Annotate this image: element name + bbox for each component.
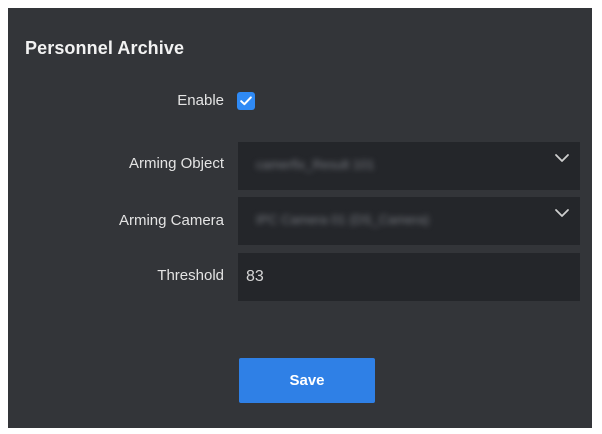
arming-object-value: camerfix_Result 101 [256,157,375,172]
save-button[interactable]: Save [239,358,375,403]
checkmark-icon [240,96,252,106]
enable-label: Enable [177,92,224,109]
panel-title: Personnel Archive [25,38,185,58]
arming-camera-value: IPC Camera 01 (DS_Camera) [256,212,430,227]
threshold-field[interactable] [238,253,580,301]
arming-object-select[interactable]: camerfix_Result 101 [238,142,580,190]
arming-camera-label: Arming Camera [118,212,224,229]
chevron-down-icon[interactable] [554,207,570,219]
personnel-archive-panel: Personnel Archive Enable Arming Object c… [8,8,592,428]
chevron-down-icon[interactable] [554,152,570,164]
arming-object-label: Arming Object [128,155,224,172]
threshold-label: Threshold [157,267,224,284]
threshold-input[interactable] [238,253,580,301]
arming-camera-select[interactable]: IPC Camera 01 (DS_Camera) [238,197,580,245]
enable-checkbox[interactable] [237,92,255,110]
